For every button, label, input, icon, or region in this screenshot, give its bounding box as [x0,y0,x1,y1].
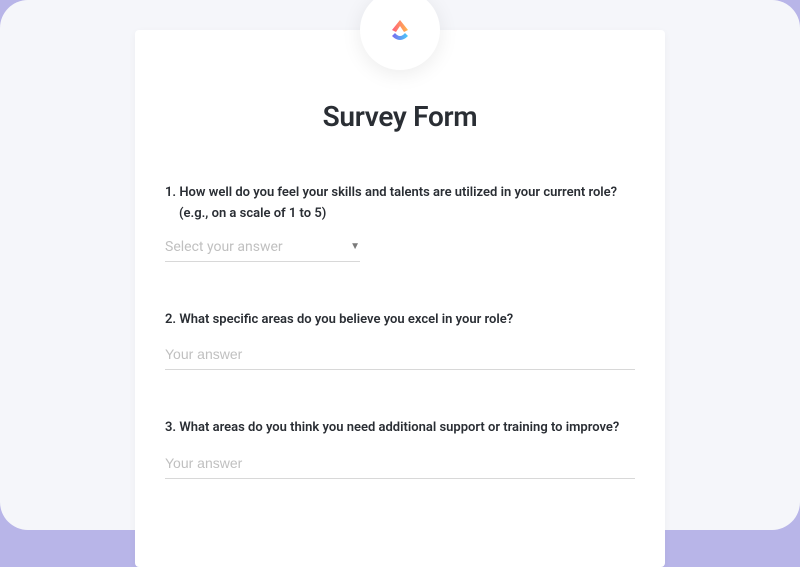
page-background: Survey Form 1. How well do you feel your… [0,0,800,530]
form-title: Survey Form [165,100,635,133]
question-1-label: 1. How well do you feel your skills and … [165,183,635,225]
logo-container [360,0,440,70]
question-2-label: 2. What specific areas do you believe yo… [165,310,635,331]
chevron-down-icon: ▼ [350,241,360,252]
question-3-input[interactable] [165,455,635,471]
clickup-icon [382,12,418,48]
question-2: 2. What specific areas do you believe yo… [165,310,635,371]
question-1: 1. How well do you feel your skills and … [165,183,635,262]
question-2-input[interactable] [165,346,635,362]
question-1-label-main: 1. How well do you feel your skills and … [165,185,617,200]
form-card: Survey Form 1. How well do you feel your… [135,30,665,567]
question-3-input-wrap [165,453,635,479]
question-1-select[interactable]: Select your answer ▼ [165,239,360,262]
question-2-input-wrap [165,344,635,370]
select-placeholder: Select your answer [165,239,350,255]
question-3-label: 3. What areas do you think you need addi… [165,418,635,439]
question-1-label-sub: (e.g., on a scale of 1 to 5) [165,204,635,225]
question-3: 3. What areas do you think you need addi… [165,418,635,479]
